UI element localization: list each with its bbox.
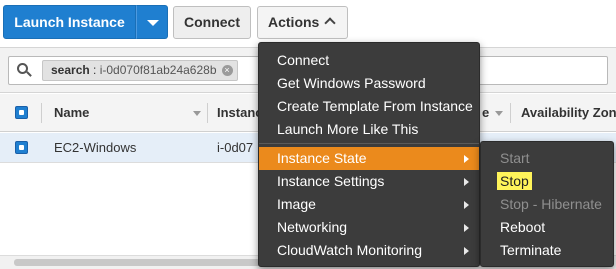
caret-right-icon	[464, 155, 469, 163]
menu-item-image[interactable]: Image	[259, 193, 479, 216]
submenu-item-reboot[interactable]: Reboot	[481, 216, 613, 239]
menu-item-label: Instance Settings	[277, 173, 385, 189]
column-header-availability-zone[interactable]: Availability Zon	[521, 94, 616, 132]
menu-item-connect[interactable]: Connect	[259, 49, 479, 72]
row-checkbox[interactable]	[15, 141, 28, 154]
submenu-item-stop[interactable]: Stop	[481, 170, 613, 193]
menu-item-networking[interactable]: Networking	[259, 216, 479, 239]
column-divider	[41, 103, 42, 123]
menu-item-label: CloudWatch Monitoring	[277, 242, 422, 258]
column-header-instance-type[interactable]: e	[482, 94, 489, 132]
menu-item-label: Create Template From Instance	[277, 98, 473, 114]
submenu-item-label: Terminate	[500, 242, 562, 258]
menu-item-create-template[interactable]: Create Template From Instance	[259, 95, 479, 118]
menu-item-launch-more-like-this[interactable]: Launch More Like This	[259, 118, 479, 141]
sort-icon[interactable]	[193, 111, 201, 116]
cell-name: EC2-Windows	[54, 140, 137, 155]
caret-right-icon	[464, 247, 469, 255]
menu-item-label: Get Windows Password	[277, 75, 426, 91]
actions-button[interactable]: Actions	[257, 6, 348, 39]
caret-right-icon	[464, 224, 469, 232]
search-filter-token[interactable]: search : i-0d070f81ab24a628b ×	[42, 60, 238, 81]
submenu-item-start: Start	[481, 147, 613, 170]
chevron-up-icon	[324, 17, 336, 29]
instance-state-submenu: Start Stop Stop - Hibernate Reboot Termi…	[480, 141, 614, 267]
menu-item-get-windows-password[interactable]: Get Windows Password	[259, 72, 479, 95]
connect-button[interactable]: Connect	[173, 6, 251, 39]
submenu-item-label: Stop - Hibernate	[500, 196, 602, 212]
menu-item-cloudwatch-monitoring[interactable]: CloudWatch Monitoring	[259, 239, 479, 262]
menu-item-instance-state[interactable]: Instance State	[259, 147, 479, 170]
submenu-item-label: Stop	[497, 172, 532, 190]
column-divider	[207, 103, 208, 123]
filter-token-separator: :	[89, 63, 100, 77]
menu-item-instance-settings[interactable]: Instance Settings	[259, 170, 479, 193]
launch-instance-dropdown-button[interactable]	[136, 5, 168, 39]
submenu-item-stop-hibernate: Stop - Hibernate	[481, 193, 613, 216]
menu-item-label: Connect	[277, 52, 330, 68]
close-icon[interactable]: ×	[221, 65, 233, 76]
launch-instance-button[interactable]: Launch Instance	[3, 5, 136, 39]
column-header-name[interactable]: Name	[54, 94, 89, 132]
submenu-item-terminate[interactable]: Terminate	[481, 239, 613, 262]
filter-token-value: i-0d070f81ab24a628b	[99, 63, 217, 77]
menu-item-label: Networking	[277, 219, 348, 235]
column-divider	[510, 103, 511, 123]
actions-menu: Connect Get Windows Password Create Temp…	[258, 42, 480, 267]
sort-icon[interactable]	[495, 111, 503, 116]
caret-right-icon	[464, 201, 469, 209]
submenu-item-label: Reboot	[500, 219, 546, 235]
menu-divider	[259, 143, 479, 144]
caret-down-icon	[147, 20, 159, 26]
column-header-instance-id[interactable]: Instanc	[217, 94, 263, 132]
filter-token-key: search	[51, 63, 90, 77]
menu-item-label: Instance State	[277, 150, 367, 166]
menu-item-label: Image	[277, 196, 316, 212]
menu-item-label: Launch More Like This	[277, 121, 419, 137]
cell-instance-id: i-0d07	[217, 140, 254, 155]
search-icon	[17, 63, 32, 77]
actions-button-label: Actions	[268, 14, 320, 30]
select-all-checkbox[interactable]	[15, 106, 28, 119]
caret-right-icon	[464, 178, 469, 186]
submenu-item-label: Start	[500, 150, 530, 166]
toolbar: Launch Instance Connect Actions	[0, 0, 616, 44]
